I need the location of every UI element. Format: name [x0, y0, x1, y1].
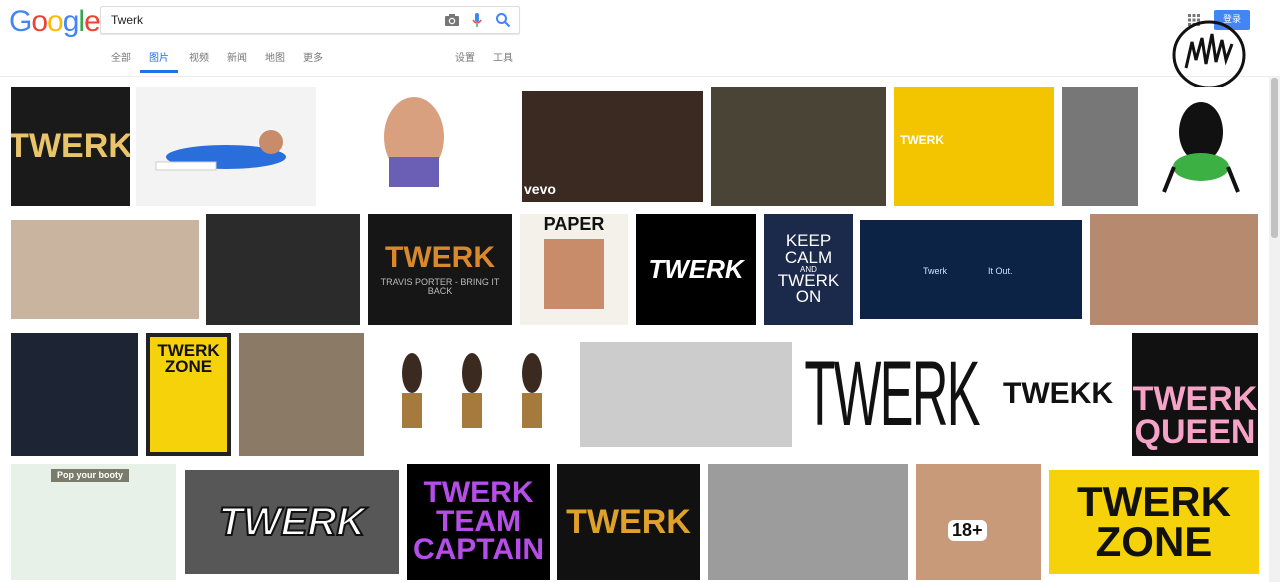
image-caption: TWERK — [804, 342, 981, 445]
image-caption: Pop your booty — [51, 469, 129, 482]
image-result[interactable] — [1062, 87, 1138, 206]
image-caption: TWERK — [11, 127, 130, 166]
image-result[interactable]: vevo — [522, 91, 703, 202]
dancer-image — [155, 130, 286, 171]
image-caption: TWERK — [648, 254, 744, 285]
sign-line-2: ZONE — [164, 357, 213, 377]
image-result[interactable] — [1146, 87, 1256, 206]
image-result[interactable] — [239, 333, 364, 456]
image-result[interactable]: TWEKK — [992, 333, 1124, 456]
search-icon[interactable] — [494, 11, 512, 29]
image-result[interactable]: TWERK ZONE — [1049, 470, 1259, 574]
tab-maps[interactable]: 地图 — [264, 45, 286, 73]
image-result[interactable]: TWERK — [185, 470, 399, 574]
sign-line-1: TWERK — [1132, 380, 1258, 419]
cartoon-image — [1162, 102, 1240, 193]
image-result[interactable]: TWERK TEAM CAPTAIN — [407, 464, 550, 580]
image-result[interactable]: KEEP CALM AND TWERK ON — [764, 214, 853, 325]
image-result[interactable]: TWERK — [557, 464, 700, 580]
vevo-label: vevo — [524, 180, 556, 197]
sign-line-2: TEAM — [436, 504, 521, 538]
sign-line-2: ZONE — [1095, 518, 1213, 565]
image-result[interactable]: Pop your booty — [11, 464, 176, 580]
sign-line-3: CAPTAIN — [412, 533, 545, 567]
magazine-cover — [544, 239, 604, 310]
image-subcaption: TRAVIS PORTER - BRING IT BACK — [380, 277, 500, 296]
image-result[interactable] — [708, 464, 908, 580]
image-caption: TWEKK — [1003, 377, 1113, 411]
image-result[interactable]: TWERK — [11, 87, 130, 206]
image-result[interactable]: TWERK — [894, 87, 1054, 206]
sign-line-1: TWERK — [1077, 478, 1231, 526]
page-scrollbar[interactable] — [1269, 76, 1280, 582]
image-result[interactable] — [344, 87, 514, 206]
google-logo[interactable]: Google — [9, 5, 101, 38]
tab-more[interactable]: 更多 — [302, 45, 324, 73]
sign-line-1: TWERK — [423, 476, 534, 510]
image-result[interactable] — [11, 333, 138, 456]
sign-line-2: QUEEN — [1134, 412, 1256, 451]
image-caption: TWERK — [566, 502, 691, 541]
image-caption: TWERK — [900, 133, 944, 147]
image-result[interactable] — [580, 342, 792, 447]
calm-line: CALM — [784, 247, 833, 267]
image-result[interactable] — [711, 87, 886, 206]
scrollbar-thumb[interactable] — [1271, 78, 1278, 238]
image-result[interactable]: Twerk It Out. — [860, 220, 1082, 319]
image-result[interactable] — [206, 214, 360, 325]
on-line: ON — [795, 287, 822, 307]
image-result[interactable] — [1090, 214, 1258, 325]
tab-all[interactable]: 全部 — [110, 45, 132, 73]
microphone-icon[interactable] — [468, 11, 486, 29]
dancer-image — [384, 97, 444, 187]
image-caption: PAPER — [543, 214, 605, 234]
camera-icon[interactable] — [443, 11, 461, 29]
watermark-logo — [1172, 20, 1246, 90]
header: Google 全部 图片 视频 新闻 地图 更多 设置 工具 — [0, 0, 1280, 77]
caption-right: It Out. — [988, 266, 1013, 276]
tab-news[interactable]: 新闻 — [226, 45, 248, 73]
image-caption: TWERK — [218, 500, 367, 544]
search-input[interactable] — [111, 7, 431, 33]
image-result[interactable]: 18+ — [916, 464, 1041, 580]
caption-left: Twerk — [923, 266, 948, 276]
dancers-image — [402, 353, 542, 428]
image-result[interactable] — [372, 333, 572, 456]
image-result[interactable]: TWERK ZONE — [146, 333, 231, 456]
image-result[interactable]: TWERK — [636, 214, 756, 325]
tab-videos[interactable]: 视频 — [188, 45, 210, 73]
tab-settings[interactable]: 设置 — [454, 45, 476, 73]
tab-tools[interactable]: 工具 — [492, 45, 514, 73]
image-result[interactable]: PAPER — [520, 214, 628, 325]
image-result[interactable]: TWERK QUEEN — [1132, 333, 1258, 456]
image-result[interactable]: TWERK TRAVIS PORTER - BRING IT BACK — [368, 214, 512, 325]
search-box[interactable] — [100, 6, 520, 34]
tab-images[interactable]: 图片 — [140, 45, 178, 73]
image-result[interactable] — [136, 87, 316, 206]
image-result[interactable] — [11, 220, 199, 319]
image-result[interactable]: TWERK — [800, 333, 984, 456]
image-caption: TWERK — [385, 240, 495, 274]
image-caption: 18+ — [948, 520, 987, 542]
